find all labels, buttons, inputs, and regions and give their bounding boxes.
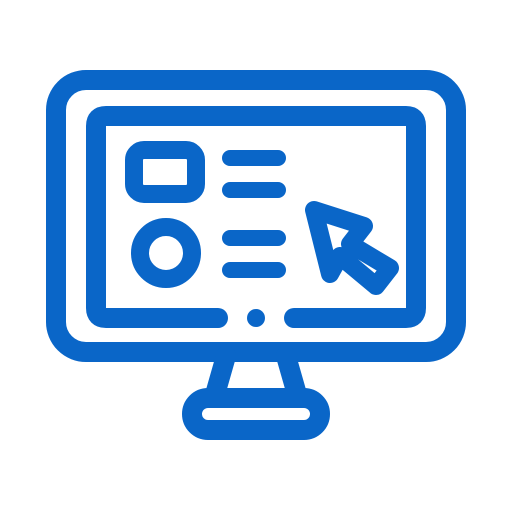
monitor-stand-base [182,388,330,440]
image-placeholder-icon [125,141,205,203]
monitor-icon [46,70,466,440]
power-indicator-dot [247,309,265,327]
cursor-arrow-icon [305,201,399,295]
avatar-placeholder-icon [131,218,201,288]
computer-ui-icon [0,0,512,512]
